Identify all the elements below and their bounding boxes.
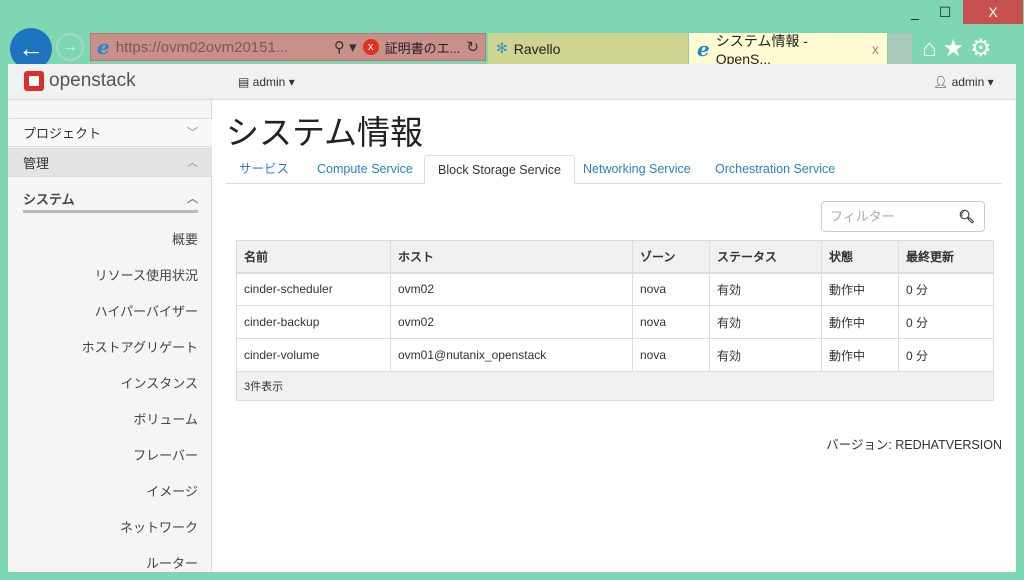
cert-error-text[interactable]: 証明書のエ... xyxy=(385,38,461,57)
tab-label: Ravello xyxy=(513,40,561,57)
table-cell: 動作中 xyxy=(821,338,899,372)
sidebar-item[interactable]: リソース使用状況 xyxy=(95,265,198,284)
sidebar-section-project[interactable]: プロジェクト ﹀ xyxy=(8,118,212,147)
sidebar-item[interactable]: インスタンス xyxy=(121,373,198,392)
table-cell: 動作中 xyxy=(821,272,899,306)
table-row: cinder-backup ovm02 nova 有効 動作中 0 分 xyxy=(236,305,994,339)
search-icon[interactable]: ⚲ ▾ xyxy=(334,38,357,56)
col-status[interactable]: ステータス xyxy=(709,240,822,274)
table-cell: nova xyxy=(632,272,710,306)
openstack-logo[interactable]: openstack xyxy=(24,70,136,92)
section-divider xyxy=(23,210,198,213)
table-cell: cinder-scheduler xyxy=(236,272,391,306)
user-dropdown[interactable]: 👤︎ admin ▾ xyxy=(933,75,994,89)
settings-gear-icon[interactable]: ⚙ xyxy=(970,35,998,62)
address-bar[interactable]: e https://ovm02ovm20151... ⚲ ▾ x 証明書のエ..… xyxy=(90,33,486,61)
tab-block-storage-service[interactable]: Block Storage Service xyxy=(424,155,575,185)
table-footer-count: 3件表示 xyxy=(236,371,994,401)
table-cell: nova xyxy=(632,305,710,339)
table-cell: 有効 xyxy=(709,305,822,339)
sidebar-item[interactable]: ホストアグリゲート xyxy=(82,337,198,356)
filter-placeholder: フィルター xyxy=(830,209,895,224)
close-tab-icon[interactable]: x xyxy=(872,41,879,57)
home-icon[interactable]: ⌂ xyxy=(922,35,943,62)
chevron-down-icon: ﹀ xyxy=(187,127,198,139)
table-cell: 0 分 xyxy=(898,272,994,306)
ie-icon: e xyxy=(697,36,710,61)
section-label: システム xyxy=(23,192,75,207)
sidebar-item[interactable]: フレーバー xyxy=(133,445,198,464)
openstack-header xyxy=(8,64,1016,100)
tab-compute-service[interactable]: Compute Service xyxy=(304,155,426,184)
project-label: admin xyxy=(252,75,286,89)
col-zone[interactable]: ゾーン xyxy=(632,240,710,274)
maximize-button[interactable]: ☐ xyxy=(930,0,960,24)
table-cell: cinder-backup xyxy=(236,305,391,339)
sidebar-item[interactable]: ルーター xyxy=(146,553,198,572)
sidebar-section-admin[interactable]: 管理 ︿ xyxy=(8,148,212,177)
tab-networking-service[interactable]: Networking Service xyxy=(570,155,704,184)
col-last-updated[interactable]: 最終更新 xyxy=(898,240,994,274)
chevron-up-icon: ︿ xyxy=(187,157,198,169)
refresh-icon[interactable]: ↻ xyxy=(466,38,479,56)
close-window-button[interactable]: X xyxy=(963,0,1023,24)
table-header-row: 名前 ホスト ゾーン ステータス 状態 最終更新 xyxy=(236,240,994,274)
col-state[interactable]: 状態 xyxy=(821,240,899,274)
new-tab-button[interactable] xyxy=(888,33,912,64)
sidebar-item[interactable]: ネットワーク xyxy=(120,517,198,536)
table-cell: cinder-volume xyxy=(236,338,391,372)
table-cell: ovm02 xyxy=(390,272,633,306)
tab-ravello[interactable]: ✻ Ravello xyxy=(488,33,688,64)
url-text[interactable]: https://ovm02ovm20151... xyxy=(116,39,328,56)
tab-services[interactable]: サービス xyxy=(226,155,302,184)
col-name[interactable]: 名前 xyxy=(236,240,391,274)
minimize-button[interactable]: _ xyxy=(900,0,930,24)
project-dropdown[interactable]: ▤ admin ▾ xyxy=(238,75,295,89)
sidebar-item[interactable]: ボリューム xyxy=(133,409,198,428)
table-cell: nova xyxy=(632,338,710,372)
tab-label: システム情報 - OpenS... xyxy=(715,32,808,67)
sidebar-item[interactable]: ハイパーバイザー xyxy=(95,301,198,320)
openstack-logo-icon xyxy=(24,71,44,91)
user-label: admin xyxy=(951,75,985,89)
filter-input[interactable]: フィルター 🔍︎ xyxy=(821,201,985,232)
section-label: プロジェクト xyxy=(23,126,102,141)
tab-system-info[interactable]: e システム情報 - OpenS... x xyxy=(689,32,887,67)
table-cell: 有効 xyxy=(709,272,822,306)
service-tabs: サービス Compute Service Block Storage Servi… xyxy=(226,155,1002,185)
table-cell: ovm02 xyxy=(390,305,633,339)
col-host[interactable]: ホスト xyxy=(390,240,633,274)
table-cell: 0 分 xyxy=(898,338,994,372)
ie-icon: e xyxy=(97,35,110,59)
cert-error-icon[interactable]: x xyxy=(362,39,379,55)
sidebar-item[interactable]: イメージ xyxy=(146,481,198,500)
table-cell: 有効 xyxy=(709,338,822,372)
table-cell: 0 分 xyxy=(898,305,994,339)
table-row: cinder-volume ovm01@nutanix_openstack nova… xyxy=(236,338,994,372)
section-label: 管理 xyxy=(23,156,50,171)
sidebar-item[interactable]: 概要 xyxy=(172,229,198,248)
version-text: バージョン: REDHATVERSION xyxy=(826,438,1002,452)
favorites-star-icon[interactable]: ★ xyxy=(943,35,971,62)
table-cell: 動作中 xyxy=(821,305,899,339)
search-icon[interactable]: 🔍︎ xyxy=(958,202,975,231)
page-title: システム情報 xyxy=(226,114,424,151)
tab-orchestration-service[interactable]: Orchestration Service xyxy=(702,155,848,184)
table-row: cinder-scheduler ovm02 nova 有効 動作中 0 分 xyxy=(236,272,994,306)
ravello-icon: ✻ xyxy=(496,40,508,56)
forward-button[interactable]: → xyxy=(56,33,84,61)
services-table: 名前 ホスト ゾーン ステータス 状態 最終更新 cinder-schedule… xyxy=(236,240,994,401)
table-cell: ovm01@nutanix_openstack xyxy=(390,338,633,372)
logo-text: openstack xyxy=(49,70,136,91)
